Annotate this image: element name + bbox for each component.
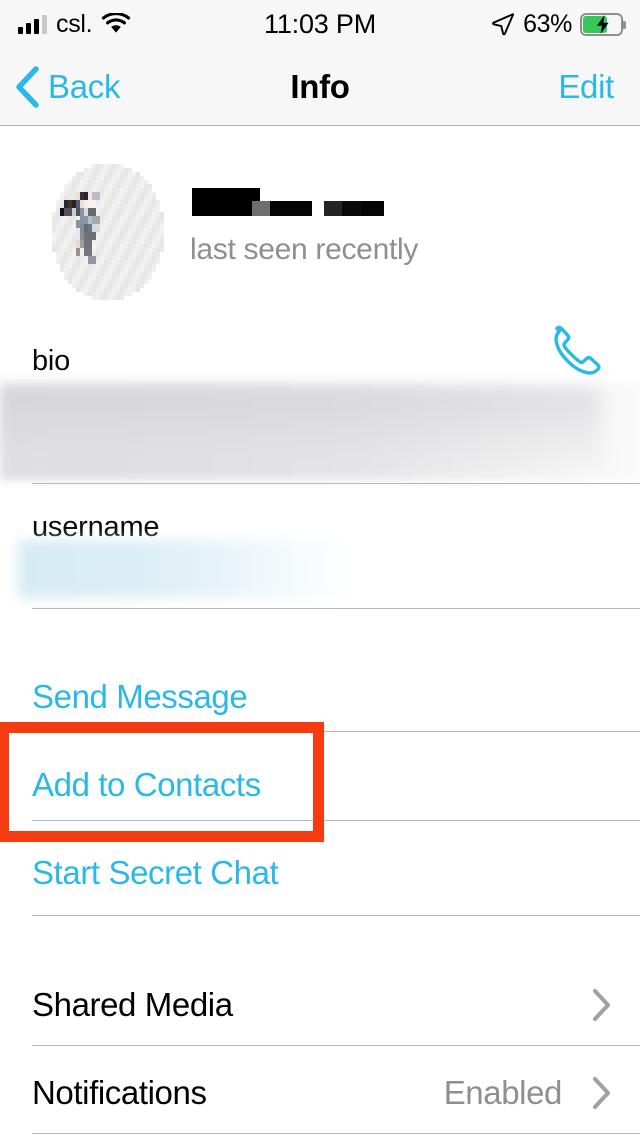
separator-send-message [32, 731, 640, 732]
battery-percent-label: 63% [523, 9, 572, 38]
profile-header[interactable]: last seen recently [0, 127, 640, 375]
page-title: Info [290, 68, 350, 105]
phone-icon [546, 323, 604, 381]
send-message-button[interactable]: Send Message [32, 678, 248, 716]
chevron-right-icon[interactable] [592, 1076, 612, 1115]
separator-add-to-contacts [32, 820, 640, 821]
start-secret-chat-button[interactable]: Start Secret Chat [32, 854, 279, 892]
bio-label: bio [32, 345, 71, 377]
notifications-row-label[interactable]: Notifications [32, 1074, 207, 1112]
separator-start-secret-chat [32, 915, 640, 916]
avatar[interactable] [44, 160, 168, 300]
charging-bolt-icon [596, 14, 610, 39]
separator-bio [32, 483, 640, 484]
call-button[interactable] [546, 323, 604, 381]
battery-icon [580, 12, 626, 39]
phone-screen: csl. 11:03 PM 63% Back Info Edit last se… [0, 0, 640, 1136]
last-seen-status: last seen recently [190, 233, 419, 266]
status-bar: csl. 11:03 PM 63% [0, 0, 640, 48]
location-arrow-icon [491, 12, 515, 36]
bio-value-redacted [0, 383, 640, 480]
notifications-row-value: Enabled [443, 1074, 563, 1111]
edit-button-label: Edit [558, 68, 614, 105]
edit-button[interactable]: Edit [558, 48, 614, 126]
separator-username [32, 608, 640, 609]
separator-shared-media [32, 1045, 640, 1046]
add-to-contacts-button[interactable]: Add to Contacts [32, 766, 261, 804]
navigation-bar: Back Info Edit [0, 48, 640, 126]
status-bar-right: 63% [491, 10, 626, 39]
chevron-right-icon[interactable] [592, 988, 612, 1027]
shared-media-row-label[interactable]: Shared Media [32, 986, 233, 1024]
separator-notifications [32, 1133, 640, 1134]
username-value-redacted [18, 540, 348, 598]
